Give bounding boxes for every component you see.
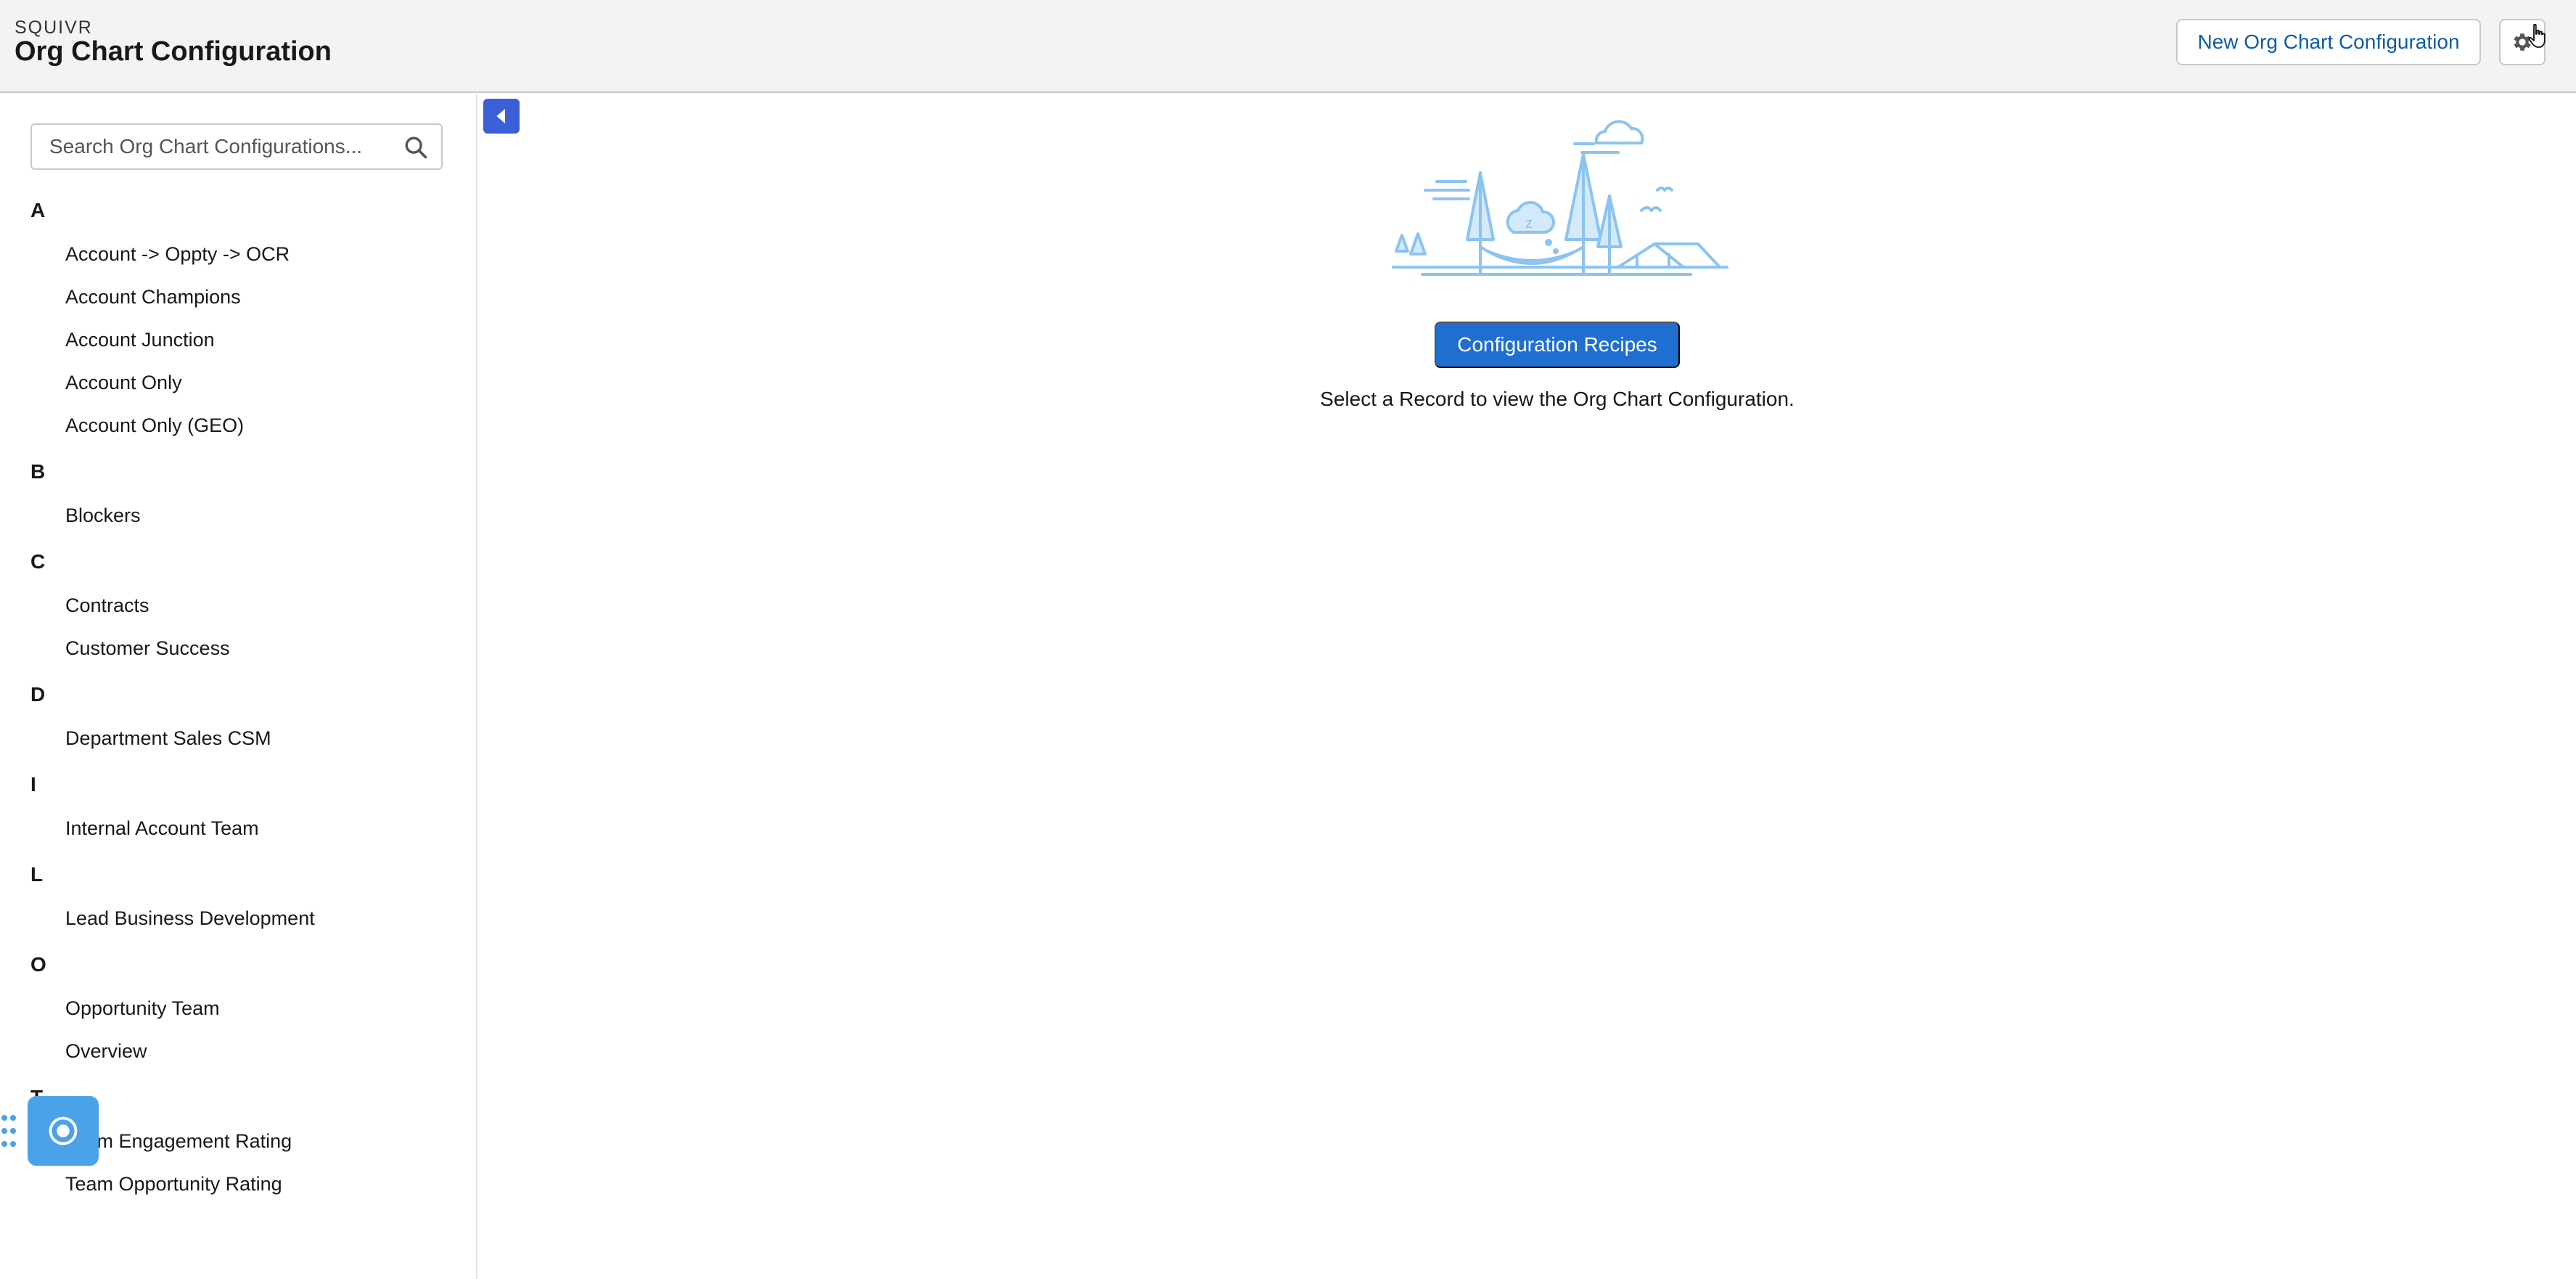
list-item[interactable]: Account Junction (65, 329, 215, 351)
group-letter-a: A (30, 199, 46, 221)
list-item[interactable]: Team Engagement Rating (65, 1130, 292, 1153)
list-item[interactable]: Lead Business Development (65, 907, 315, 930)
group-letter-c: C (30, 550, 46, 573)
group-letter-b: B (30, 460, 46, 483)
list-item[interactable]: Overview (65, 1040, 147, 1063)
list-item[interactable]: Department Sales CSM (65, 727, 271, 750)
main-content: z Configuration Recipes Select a Record … (479, 94, 2576, 1279)
group-letter-l: L (30, 863, 44, 886)
list-item[interactable]: Account Champions (65, 286, 241, 308)
drag-handle-icon[interactable] (0, 1113, 17, 1148)
search-icon[interactable] (403, 135, 428, 160)
page-title: Org Chart Configuration (15, 36, 332, 67)
floating-action-button[interactable] (28, 1096, 99, 1166)
brand-label: SQUIVR (15, 17, 93, 38)
list-item[interactable]: Account Only (65, 372, 182, 394)
search-input[interactable] (32, 125, 441, 168)
group-letter-o: O (30, 953, 46, 976)
app-root: SQUIVR Org Chart Configuration New Org C… (0, 0, 2576, 1279)
new-org-chart-configuration-button[interactable]: New Org Chart Configuration (2176, 19, 2481, 65)
search-container (30, 123, 443, 170)
group-letter-i: I (30, 773, 36, 796)
list-item[interactable]: Contracts (65, 594, 149, 617)
svg-text:z: z (1525, 216, 1533, 232)
list-item[interactable]: Customer Success (65, 637, 230, 660)
group-letter-d: D (30, 683, 46, 706)
list-item[interactable]: Account Only (GEO) (65, 414, 244, 437)
target-icon (49, 1116, 78, 1145)
empty-state-message: Select a Record to view the Org Chart Co… (1320, 388, 1794, 410)
list-item[interactable]: Account -> Oppty -> OCR (65, 243, 290, 266)
hand-cursor-icon (2528, 23, 2546, 48)
empty-state-illustration: z (1392, 120, 1728, 276)
list-item[interactable]: Team Opportunity Rating (65, 1173, 282, 1196)
page-header: SQUIVR Org Chart Configuration New Org C… (0, 0, 2576, 93)
list-item[interactable]: Internal Account Team (65, 817, 259, 840)
list-item[interactable]: Opportunity Team (65, 997, 220, 1020)
list-item[interactable]: Blockers (65, 504, 141, 527)
configuration-recipes-button[interactable]: Configuration Recipes (1435, 322, 1680, 368)
